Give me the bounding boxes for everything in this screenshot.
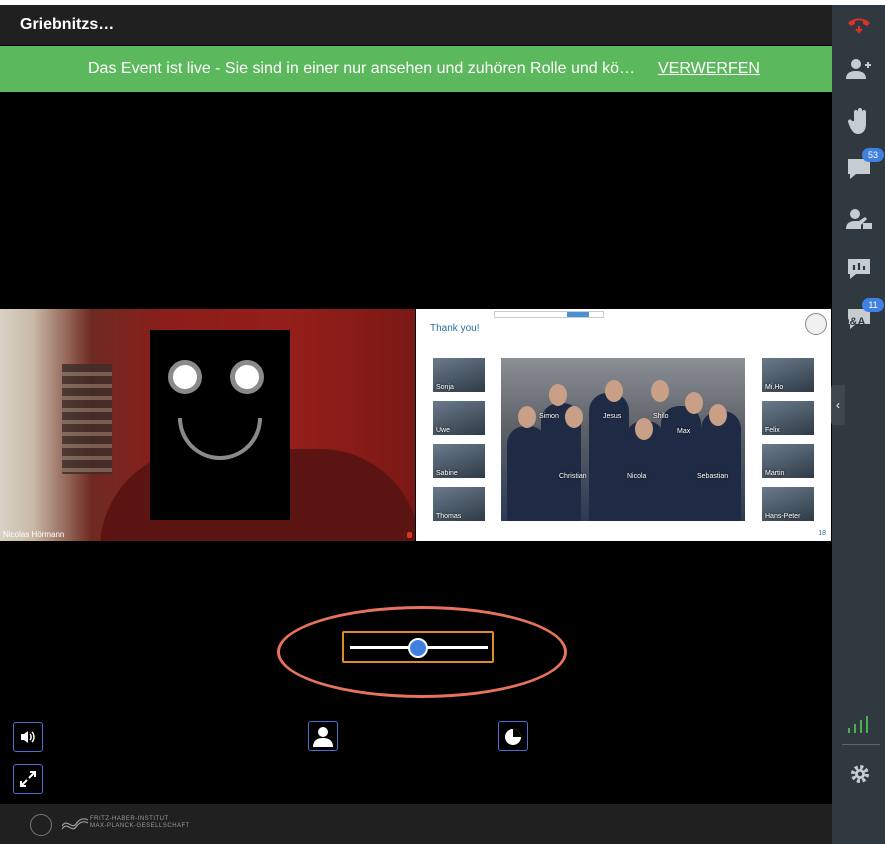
polls-button[interactable]: [832, 245, 885, 295]
institute-logo: [805, 313, 827, 335]
person-icon: [313, 727, 333, 747]
volume-button[interactable]: [13, 722, 43, 752]
leave-call-button[interactable]: [832, 5, 885, 45]
participant-name: Nicolas Hörmann: [3, 530, 65, 539]
users-icon: [845, 59, 871, 79]
qa-label: Q&A: [841, 316, 866, 328]
left-eye: [168, 360, 202, 394]
slider-knob[interactable]: [408, 638, 428, 658]
poll-icon: [847, 259, 870, 279]
presenter-icon: [845, 209, 872, 229]
speaker-icon: [21, 731, 35, 743]
hand-icon: [847, 108, 866, 134]
slide-thumb: Uwe: [433, 401, 485, 435]
presentation-icon: [505, 729, 521, 745]
fullscreen-button[interactable]: [13, 764, 43, 794]
layout-slider[interactable]: [342, 631, 494, 663]
slide-heading: Thank you!: [430, 323, 480, 334]
slide-thumb: Felix: [762, 401, 814, 435]
chat-unread-badge: 53: [862, 148, 884, 162]
show-presentation-button[interactable]: [498, 721, 528, 751]
participants-button[interactable]: [832, 45, 885, 95]
smile: [178, 418, 262, 460]
meeting-title: Griebnitzs…: [20, 16, 115, 33]
expand-icon: [20, 771, 36, 787]
dismiss-button[interactable]: VERWERFEN: [658, 60, 760, 78]
slide-page-number: 18: [818, 530, 826, 537]
background-shelf: [62, 364, 112, 474]
participant-video[interactable]: Nicolas Hörmann: [0, 309, 415, 541]
group-photo: Simon Jesus Shilo Max Christian Nicola S…: [501, 358, 745, 521]
slide-search-bar: [494, 311, 604, 318]
slide-thumb: Thomas: [433, 487, 485, 521]
top-bar: Griebnitzs…: [0, 5, 832, 45]
gear-icon[interactable]: [849, 763, 871, 785]
collapse-sidebar-button[interactable]: ‹: [831, 385, 845, 425]
raise-hand-button[interactable]: [832, 95, 885, 145]
mpg-seal-icon: [30, 814, 52, 836]
qa-button[interactable]: Q&A 11: [832, 295, 885, 345]
slide-thumb: Mi.Ho: [762, 358, 814, 392]
footer: FRITZ-HABER-INSTITUT MAX-PLANCK-GESELLSC…: [0, 804, 832, 844]
fhi-logo-icon: [62, 818, 88, 830]
live-event-banner: Das Event ist live - Sie sind in einer n…: [0, 46, 832, 92]
signal-bars-icon: [848, 716, 868, 733]
chat-button[interactable]: 53: [832, 145, 885, 195]
meeting-window: Griebnitzs… Das Event ist live - Sie sin…: [0, 5, 885, 844]
show-video-button[interactable]: [308, 721, 338, 751]
slide-thumb: Sonja: [433, 358, 485, 392]
sidebar-divider: [842, 744, 880, 745]
right-eye: [230, 360, 264, 394]
qa-unread-badge: 11: [862, 298, 884, 312]
face-mask: [150, 330, 290, 520]
slide-thumb: Hans-Peter: [762, 487, 814, 521]
institute-name: FRITZ-HABER-INSTITUT MAX-PLANCK-GESELLSC…: [90, 816, 190, 829]
presenter-button[interactable]: [832, 195, 885, 245]
slide-thumb: Martin: [762, 444, 814, 478]
phone-hangup-icon: [847, 18, 870, 34]
mic-muted-icon: [407, 532, 412, 538]
slide-thumb: Sabine: [433, 444, 485, 478]
banner-message: Das Event ist live - Sie sind in einer n…: [88, 60, 635, 77]
shared-presentation[interactable]: Thank you! Sonja Uwe Sabine Thomas Simon…: [416, 309, 831, 541]
